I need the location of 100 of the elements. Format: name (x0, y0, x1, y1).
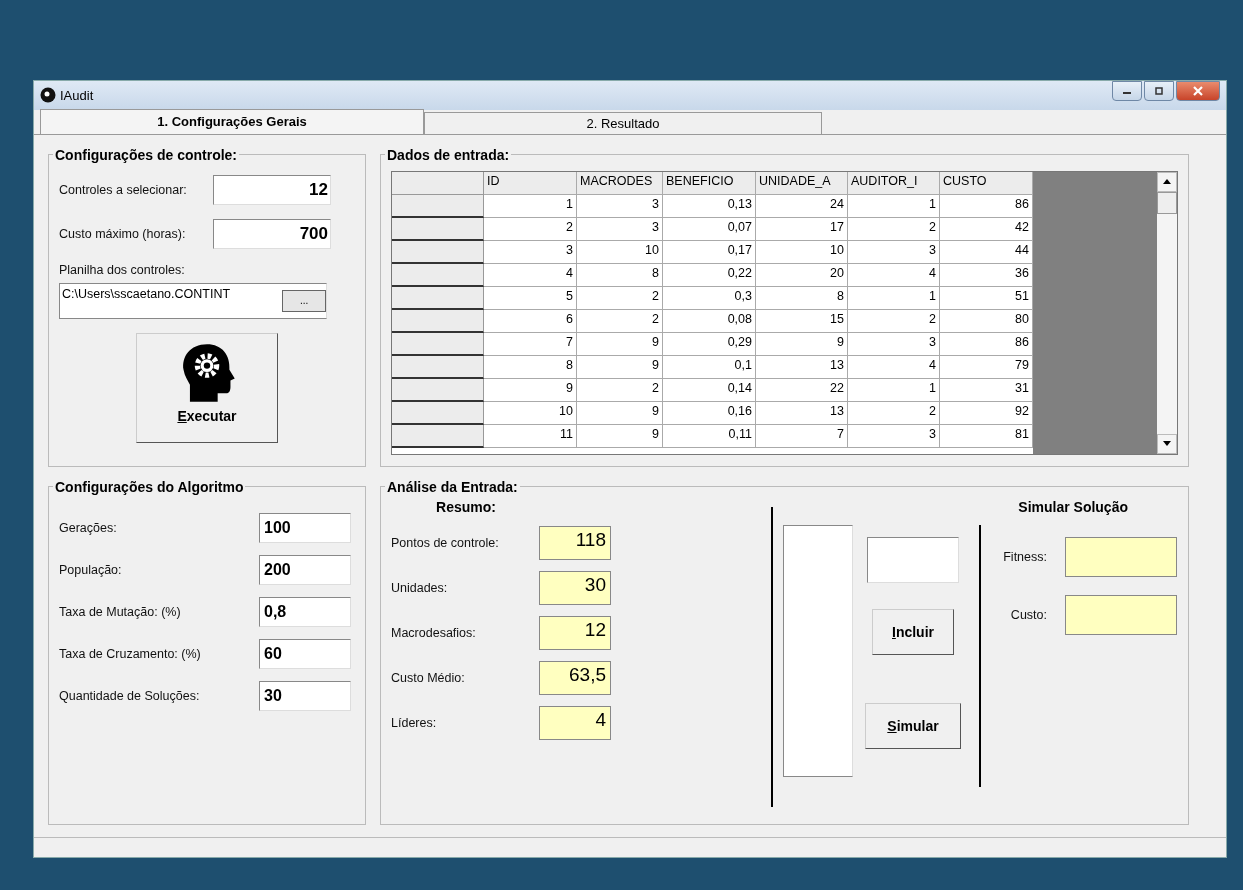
group-title: Dados de entrada: (386, 146, 511, 163)
table-cell: 9 (577, 424, 663, 448)
value-field: 4 (539, 705, 611, 740)
close-icon (1192, 86, 1204, 96)
row-header[interactable] (392, 424, 484, 448)
value-field: 118 (539, 525, 611, 560)
column-header[interactable]: AUDITOR_I (848, 171, 940, 195)
table-cell: 5 (484, 286, 577, 310)
table-cell: 0,1 (663, 355, 756, 379)
list-box[interactable] (783, 524, 853, 777)
table-cell: 3 (577, 194, 663, 218)
table-cell: 0,13 (663, 194, 756, 218)
value-field: 30 (539, 570, 611, 605)
column-header[interactable]: ID (484, 171, 577, 195)
table-cell: 13 (756, 401, 848, 425)
value-field: 63,5 (539, 660, 611, 695)
include-button[interactable]: Incluir (872, 608, 954, 655)
column-header[interactable]: CUSTO (940, 171, 1033, 195)
table-cell: 1 (848, 286, 940, 310)
simulate-button[interactable]: Simular (865, 702, 961, 749)
table-cell: 9 (756, 332, 848, 356)
table-cell: 7 (484, 332, 577, 356)
section-title: Simular Solução (1017, 498, 1129, 515)
column-header[interactable]: MACRODES (577, 171, 663, 195)
group-title: Análise da Entrada: (386, 478, 519, 495)
tab[interactable]: 2. Resultado (424, 111, 822, 134)
table-cell: 0,17 (663, 240, 756, 264)
row-header[interactable] (392, 378, 484, 402)
table-cell: 13 (756, 355, 848, 379)
table-cell: 10 (484, 401, 577, 425)
field-label: Quantidade de Soluções: (59, 688, 200, 703)
table-cell: 2 (577, 378, 663, 402)
row-header[interactable] (392, 332, 484, 356)
table-cell: 0,16 (663, 401, 756, 425)
row-header[interactable] (392, 194, 484, 218)
table-cell: 1 (848, 194, 940, 218)
file-path-field[interactable]: C:\Users\sscaetano.CONTINT ... (59, 282, 327, 319)
field-label: População: (59, 562, 122, 577)
input-field[interactable]: 0,8 (259, 596, 351, 627)
table-cell: 0,07 (663, 217, 756, 241)
table-cell: 1 (484, 194, 577, 218)
row-header[interactable] (392, 401, 484, 425)
value-field: 12 (539, 615, 611, 650)
column-header[interactable]: BENEFICIO (663, 171, 756, 195)
run-button[interactable]: Executar (136, 332, 278, 443)
table-cell: 8 (484, 355, 577, 379)
input-field[interactable]: 200 (259, 554, 351, 585)
column-header[interactable]: UNIDADE_A (756, 171, 848, 195)
field-label: Unidades: (391, 580, 449, 595)
minimize-button[interactable] (1112, 81, 1142, 101)
field-label: Controles a selecionar: (59, 182, 187, 197)
input-field[interactable]: 100 (259, 512, 351, 543)
scroll-thumb[interactable] (1157, 191, 1177, 214)
input-field[interactable] (867, 536, 959, 583)
group-title: Configurações de controle: (54, 146, 239, 163)
maximize-button[interactable] (1144, 81, 1174, 101)
group-title: Configurações do Algoritmo (54, 478, 245, 495)
table-cell: 8 (756, 286, 848, 310)
input-field[interactable]: 60 (259, 638, 351, 669)
close-button[interactable] (1176, 81, 1220, 101)
table-cell: 0,08 (663, 309, 756, 333)
table-cell: 11 (484, 424, 577, 448)
table-cell: 2 (577, 309, 663, 333)
browse-button[interactable]: ... (282, 289, 326, 312)
table-cell: 7 (756, 424, 848, 448)
table-cell: 0,29 (663, 332, 756, 356)
row-header[interactable] (392, 309, 484, 333)
table-cell: 0,11 (663, 424, 756, 448)
table-cell: 0,22 (663, 263, 756, 287)
table-cell: 9 (484, 378, 577, 402)
row-header[interactable] (392, 263, 484, 287)
row-header[interactable] (392, 355, 484, 379)
table-cell: 3 (484, 240, 577, 264)
table-cell: 17 (756, 217, 848, 241)
field-label: Fitness: (1002, 549, 1047, 564)
vertical-scrollbar[interactable] (1157, 171, 1177, 454)
down-arrow-icon (1163, 441, 1171, 447)
row-header[interactable] (392, 286, 484, 310)
table-cell: 3 (848, 240, 940, 264)
table-cell: 2 (848, 309, 940, 333)
input-field[interactable]: 30 (259, 680, 351, 711)
maximize-icon (1153, 87, 1165, 95)
table-cell: 2 (577, 286, 663, 310)
field-label: Planilha dos controles: (59, 262, 186, 277)
table-cell: 4 (848, 263, 940, 287)
tab[interactable]: 1. Configurações Gerais (40, 108, 424, 134)
table-cell: 3 (848, 332, 940, 356)
field-label: Custo: (1009, 607, 1047, 622)
table-cell: 9 (577, 401, 663, 425)
table-cell: 20 (756, 263, 848, 287)
field-label: Macrodesafios: (391, 625, 477, 640)
table-cell: 0,3 (663, 286, 756, 310)
input-field[interactable]: 700 (213, 218, 331, 249)
row-header[interactable] (392, 240, 484, 264)
input-field[interactable]: 12 (213, 174, 331, 205)
row-header[interactable] (392, 217, 484, 241)
up-arrow-icon (1163, 179, 1171, 185)
table-cell: 9 (577, 332, 663, 356)
table-cell: 3 (577, 217, 663, 241)
window-title: IAudit (60, 87, 94, 103)
